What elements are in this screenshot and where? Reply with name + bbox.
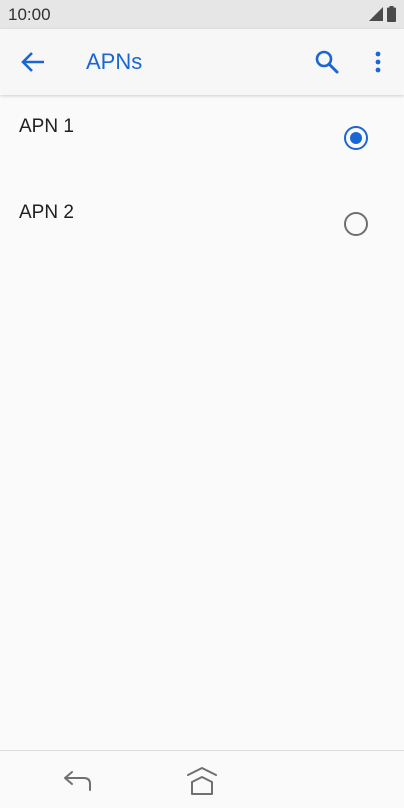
app-bar: APNs [0, 29, 404, 95]
more-options-button[interactable] [366, 50, 390, 74]
search-icon [315, 50, 339, 74]
status-bar: 10:00 [0, 0, 404, 29]
nav-home-icon [187, 767, 217, 795]
apn-list: APN 1 APN 2 [0, 96, 404, 268]
back-button[interactable] [20, 50, 46, 74]
apn-radio-unselected[interactable] [344, 212, 368, 236]
nav-home-button[interactable] [184, 765, 220, 797]
apn-item-1[interactable]: APN 1 [0, 96, 404, 182]
apn-label: APN 2 [19, 202, 74, 223]
page-title: APNs [86, 49, 143, 74]
apn-item-2[interactable]: APN 2 [0, 182, 404, 268]
navigation-bar [0, 750, 404, 808]
nav-back-icon [64, 771, 91, 791]
apn-radio-selected[interactable] [344, 126, 368, 150]
cell-signal-icon [369, 7, 383, 21]
status-icons [369, 6, 396, 22]
back-arrow-icon [21, 52, 44, 72]
apn-label: APN 1 [19, 116, 74, 137]
nav-back-button[interactable] [62, 768, 94, 792]
battery-icon [387, 6, 396, 22]
status-time: 10:00 [8, 5, 51, 24]
more-vert-icon [375, 51, 381, 73]
search-button[interactable] [314, 49, 340, 75]
